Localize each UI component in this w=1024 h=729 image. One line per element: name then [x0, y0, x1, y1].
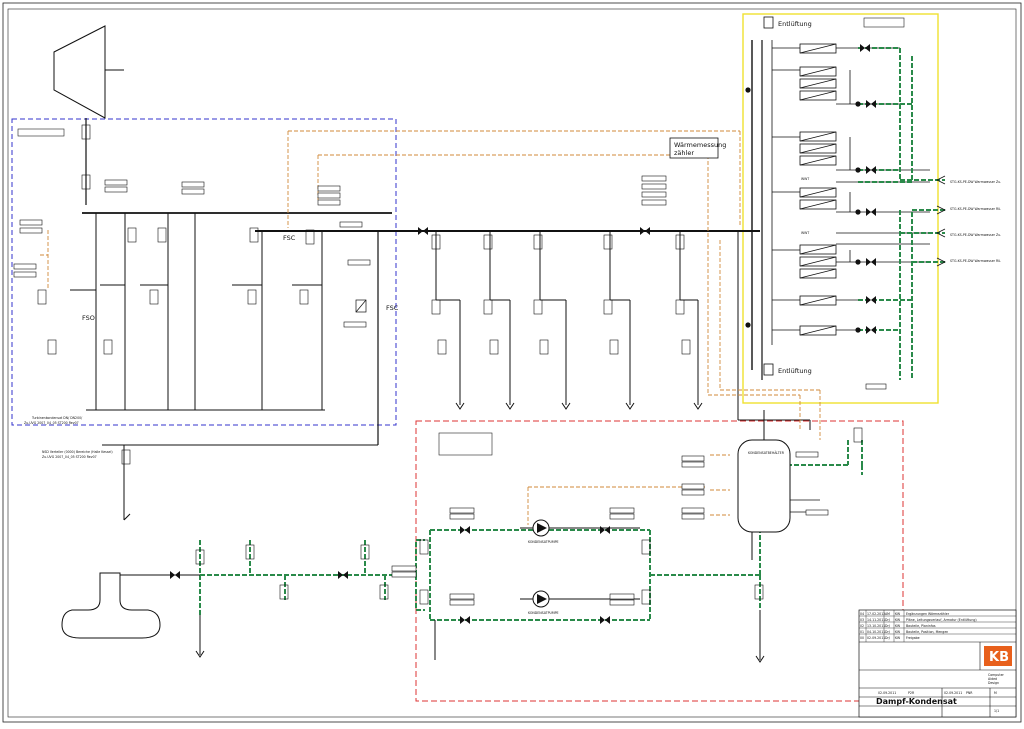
turbine-note-2: Zu.UVG 2007_04_05 ST200 Rev07 [24, 421, 79, 425]
rev-5-by: DrJ [885, 636, 890, 640]
rev-5-check: KW [895, 636, 901, 640]
rev-4-number: 01 [860, 630, 864, 634]
title-block: 04 17.02.2012 AM KW Ergänzungen Wärmezäh… [858, 609, 1017, 718]
output-label-4: STG-KS-PE-DW Warmwasser Rü. [950, 259, 1001, 263]
rev-4-date: 04.10.2011 [867, 630, 885, 634]
vent-label-bottom: Entlüftung [778, 367, 812, 375]
fsc-label-main: FSC [283, 234, 296, 242]
fso-label: FSO [82, 314, 95, 322]
rev-4-check: KW [895, 630, 901, 634]
heat-meter-label-1: Wärmemessung [674, 141, 726, 149]
drawing-title: Dampf-Kondensat [876, 697, 957, 706]
hx-row-group [771, 40, 837, 345]
sheet-number: 1/1 [994, 709, 999, 713]
distributor-note-2: Zu.UVG 2007_04_05 ST200 Rev07 [42, 455, 97, 459]
piping-diagram: Entlüftung Entlüftung Wärmemessung zähle… [2, 2, 1022, 723]
distributor-note-1: NSD Verteiler (0000) Bereiche (Halle Kes… [42, 450, 113, 454]
rev-1-text: Ergänzungen Wärmezähler [906, 612, 950, 616]
vent-box-top [763, 16, 774, 29]
vent-box-bottom [763, 363, 774, 376]
rev-4-by: DrJ [885, 630, 890, 634]
output-label-2: STG-KS-PE-DW Warmwasser Rü. [950, 207, 1001, 211]
rev-1-check: KW [895, 612, 901, 616]
storage-tank [61, 572, 161, 639]
rev-2-number: 03 [860, 618, 864, 622]
header-drop-group [435, 231, 703, 410]
rev-3-check: KW [895, 624, 901, 628]
title-drawn: P2R [908, 691, 915, 695]
wwt-label-2: WWT [801, 231, 809, 235]
title-scale: M [994, 691, 997, 695]
title-date-2: 02.09.2011 [944, 691, 962, 695]
rev-3-by: DrJ [885, 624, 890, 628]
turbine-symbol [53, 25, 106, 119]
rev-2-by: DrJ [885, 618, 890, 622]
rev-2-text: Pläne, Leitungsverlauf, Armatur (Entlüft… [906, 618, 977, 622]
rev-3-number: 02 [860, 624, 864, 628]
rev-5-text: Freigabe [906, 636, 920, 640]
rev-1-by: AM [885, 612, 890, 616]
condensate-region-label [438, 432, 493, 456]
tank-label: KONDENSATBEHÄLTER [748, 450, 785, 455]
rev-3-date: 13.10.2011 [867, 624, 885, 628]
rev-5-date: 02.09.2011 [867, 636, 885, 640]
company-tagline-3: Design [988, 681, 999, 685]
diagram-canvas: Entlüftung Entlüftung Wärmemessung zähle… [0, 0, 1024, 725]
fsc-label-right: FSC [386, 304, 399, 312]
rev-4-text: Bauteile, Position, Mengen [906, 630, 948, 634]
rev-2-date: 14.11.2011 [867, 618, 885, 622]
pump-1-label: KONDENSATPUMPE [528, 540, 559, 544]
heat-meter-label-2: zähler [674, 149, 694, 157]
output-label-1: STG-KS-PE-DW Warmwasser Zu. [950, 180, 1001, 184]
hx-region-label [863, 17, 905, 28]
rev-5-number: 00 [860, 636, 864, 640]
hx-outlet-lines [836, 47, 930, 331]
title-checked: PNR [966, 691, 973, 695]
warm-water-lines [199, 47, 945, 621]
vent-label-top: Entlüftung [778, 20, 812, 28]
steam-region-box [11, 118, 397, 426]
title-date-1: 02.09.2011 [878, 691, 896, 695]
pump-2-label: KONDENSATPUMPE [528, 611, 559, 615]
company-logo-text: KB [989, 650, 1009, 665]
rev-2-check: KW [895, 618, 901, 622]
left-feeder-group [70, 213, 323, 410]
instrument-tags [13, 175, 887, 606]
rev-1-number: 04 [860, 612, 864, 616]
turbine-note-1: Turbinenkondensat DN/ DN200/ [31, 416, 83, 420]
condensate-region-box [415, 420, 904, 702]
wwt-label-1: WWT [801, 177, 809, 181]
rev-1-date: 17.02.2012 [867, 612, 885, 616]
outlet-arrows [195, 610, 765, 663]
rev-3-text: Bauteile, Planinfos [906, 624, 936, 628]
output-label-3: STG-KS-PE-DW Warmwasser Zu. [950, 233, 1001, 237]
steam-region-label [17, 128, 65, 137]
